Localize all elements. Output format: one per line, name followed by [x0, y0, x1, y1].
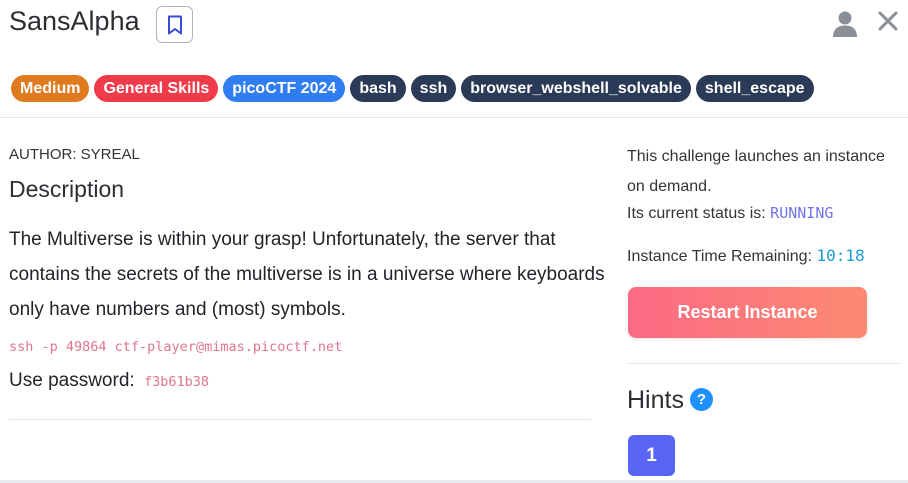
tag-category: General Skills [94, 75, 219, 102]
status-label: Its current status is: [627, 205, 766, 222]
help-icon[interactable]: ? [690, 388, 713, 411]
tag-browser-webshell: browser_webshell_solvable [461, 75, 691, 102]
bookmark-button[interactable] [156, 6, 193, 43]
hints-heading: Hints [627, 386, 684, 414]
tag-ssh: ssh [410, 75, 457, 102]
password-label: Use password: [9, 370, 135, 391]
challenge-title: SansAlpha [9, 6, 140, 36]
ssh-command[interactable]: ssh -p 49864 ctf-player@mimas.picoctf.ne… [9, 339, 342, 355]
header-divider [0, 117, 908, 118]
tag-difficulty: Medium [11, 75, 90, 102]
time-value: 10:18 [816, 246, 865, 265]
tag-shell-escape: shell_escape [695, 75, 814, 102]
status-value: RUNNING [770, 204, 834, 222]
tag-event: picoCTF 2024 [223, 75, 346, 102]
hint-button-1[interactable]: 1 [628, 435, 675, 476]
sidebar-divider [627, 363, 900, 364]
tag-bash: bash [350, 75, 406, 102]
author-label: AUTHOR: SYREAL [9, 146, 140, 163]
instance-status: Its current status is: RUNNING [627, 204, 833, 223]
user-icon[interactable] [832, 10, 858, 38]
description-divider [9, 419, 591, 420]
bookmark-icon [167, 15, 182, 34]
password-value[interactable]: f3b61b38 [144, 374, 209, 390]
instance-intro: This challenge launches an instance on d… [627, 148, 885, 195]
password-line: Use password: f3b61b38 [9, 370, 209, 392]
description-heading: Description [9, 176, 125, 202]
instance-time: Instance Time Remaining: 10:18 [627, 246, 865, 266]
tag-list: Medium General Skills picoCTF 2024 bash … [11, 75, 814, 102]
description-text: The Multiverse is within your grasp! Unf… [9, 229, 605, 320]
close-icon[interactable] [876, 9, 900, 33]
time-label: Instance Time Remaining: [627, 248, 812, 265]
restart-instance-button[interactable]: Restart Instance [628, 287, 867, 338]
